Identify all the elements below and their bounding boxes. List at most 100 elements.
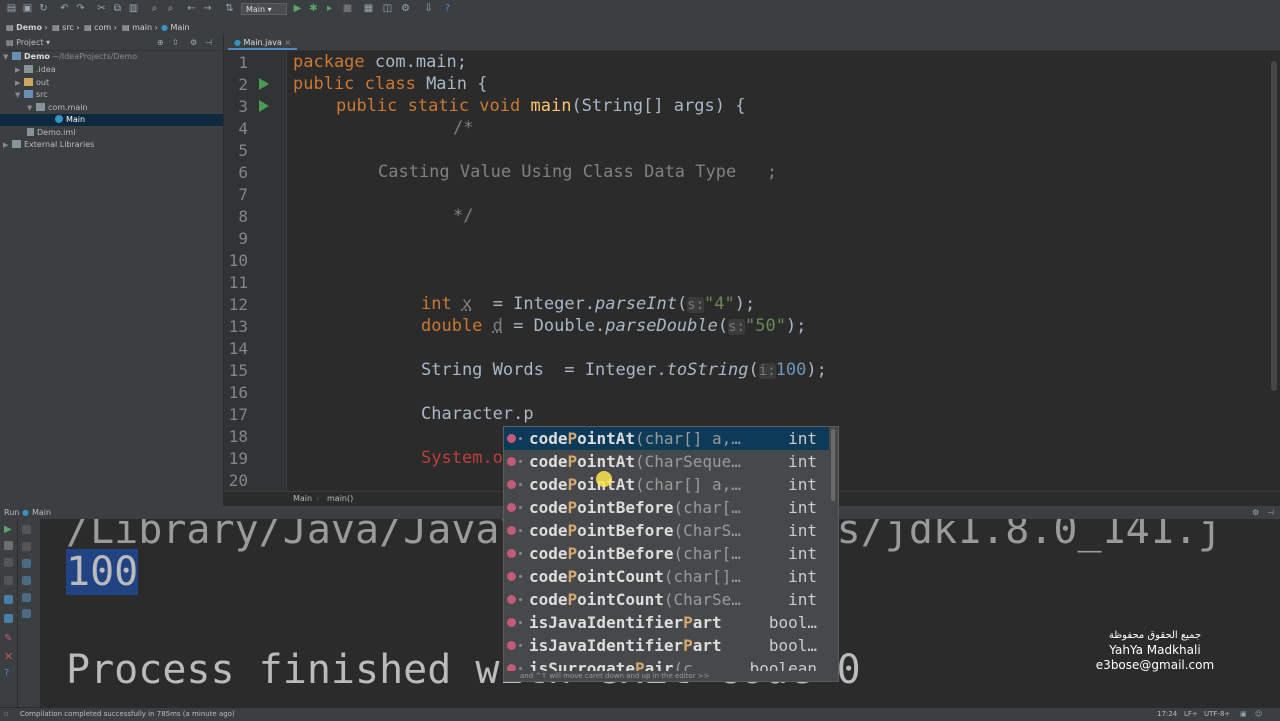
tree-item-demo[interactable]: ▼ Demo ~/IdeaProjects/Demo (3, 51, 137, 63)
find-icon[interactable]: ⌕ (149, 3, 160, 14)
pause-icon[interactable] (4, 558, 13, 567)
stop-icon[interactable] (4, 541, 13, 550)
line-number: 9 (238, 229, 248, 248)
line-number: 10 (228, 251, 248, 270)
print-icon[interactable] (22, 593, 31, 602)
completion-item[interactable]: codePointBefore(CharS… int (504, 519, 829, 542)
dump-threads-icon[interactable] (4, 595, 13, 604)
close-tab-icon[interactable]: × (284, 38, 291, 47)
paste-icon[interactable]: ▥ (128, 3, 139, 14)
completion-item[interactable]: codePointAt(char[] a,…int (504, 473, 829, 496)
breadcrumb-com[interactable]: ▤ com › (84, 19, 117, 36)
tree-item-src[interactable]: ▼ src (15, 89, 48, 101)
code-editor[interactable]: package com.main; public class Main { pu… (287, 51, 1262, 491)
status-toggle-icon[interactable]: ▫ (4, 708, 9, 721)
clear-all-icon[interactable] (22, 609, 31, 618)
completion-item[interactable]: codePointBefore(char[… int (504, 542, 829, 565)
rerun-icon[interactable]: ▶ (4, 524, 12, 535)
copy-icon[interactable]: ⧉ (112, 3, 123, 14)
step-icon[interactable] (4, 576, 13, 585)
restore-layout-icon[interactable] (4, 614, 13, 623)
redo-icon[interactable]: ↷ (75, 3, 86, 14)
run-coverage-icon[interactable]: ▸ (324, 3, 335, 14)
inspector-icon[interactable]: ☺ (1255, 708, 1262, 721)
settings-icon[interactable]: ⚙ (400, 3, 411, 14)
debug-icon[interactable]: ✱ (308, 3, 319, 14)
completion-item[interactable]: isJavaIdentifierPart bool… (504, 611, 829, 634)
method-icon (507, 572, 516, 581)
method-icon (507, 641, 516, 650)
run-configuration-select[interactable]: Main ▾ (241, 3, 287, 15)
completion-item[interactable]: codePointCount(CharSe… int (504, 588, 829, 611)
tab-main-java[interactable]: ● Main.java × (228, 36, 298, 50)
editor-crumb-method[interactable]: main() (327, 492, 353, 506)
soft-wrap-icon[interactable] (22, 559, 31, 568)
tree-item-idea[interactable]: ▶ .idea (15, 64, 56, 76)
completion-item[interactable]: isJavaIdentifierPart bool… (504, 634, 829, 657)
libraries-icon (12, 140, 21, 148)
breadcrumb-main-package[interactable]: ▤ main › (122, 19, 158, 36)
editor-scrollbar[interactable] (1262, 51, 1280, 491)
help-icon[interactable]: ? (442, 3, 453, 14)
cut-icon[interactable]: ✂ (96, 3, 107, 14)
sdk-icon[interactable]: ◫ (382, 3, 393, 14)
status-bar: ▫ Compilation completed successfully in … (0, 707, 1280, 721)
tree-item-com-main[interactable]: ▼ com.main (27, 102, 88, 114)
save-icon[interactable]: ▣ (22, 3, 33, 14)
project-panel-header: ▤ Project ▾ ⊕ ⇳ ⚙ ⊣ (0, 36, 223, 51)
build-icon[interactable]: ⇅ (224, 3, 235, 14)
scroll-to-end-icon[interactable] (22, 576, 31, 585)
hide-panel-icon[interactable]: ⊣ (1267, 506, 1274, 519)
breadcrumb-src[interactable]: ▤ src › (52, 19, 80, 36)
tree-item-external-libraries[interactable]: ▶ External Libraries (3, 139, 94, 151)
file-encoding[interactable]: UTF-8÷ (1204, 708, 1230, 721)
completion-item[interactable]: codePointBefore(char[… int (504, 496, 829, 519)
completion-item[interactable]: codePointCount(char[]… int (504, 565, 829, 588)
run-tab-main[interactable]: Main (32, 506, 51, 519)
run-main-gutter-icon[interactable] (259, 100, 269, 112)
line-number: 5 (238, 141, 248, 160)
editor-scroll-thumb[interactable] (1271, 61, 1277, 391)
down-icon[interactable] (22, 542, 31, 551)
popup-scrollbar[interactable] (831, 429, 835, 501)
tree-item-main[interactable]: Main (0, 114, 223, 126)
editor-crumb-class[interactable]: Main (293, 492, 312, 506)
status-message[interactable]: Compilation completed successfully in 78… (20, 708, 235, 721)
completion-item[interactable]: codePointAt(CharSeque… int (504, 450, 829, 473)
code-line-17: Character.p (421, 404, 534, 424)
completion-item[interactable]: codePointAt(char[] a,…int (504, 427, 829, 450)
run-class-gutter-icon[interactable] (259, 78, 269, 90)
open-folder-icon[interactable]: ▤ (6, 3, 17, 14)
pin-icon[interactable]: ✎ (4, 633, 12, 644)
tree-item-out[interactable]: ▶ out (15, 77, 49, 89)
hide-panel-icon[interactable]: ⊣ (205, 36, 212, 50)
project-view-selector[interactable]: ▤ Project ▾ (6, 36, 50, 50)
vcs-icon[interactable]: ⇩ (423, 3, 434, 14)
breadcrumb-demo[interactable]: ▤ Demo › (6, 19, 48, 36)
stop-icon[interactable]: ■ (342, 3, 353, 14)
replace-icon[interactable]: ⌕ (165, 3, 176, 14)
sync-icon[interactable]: ↻ (38, 3, 49, 14)
project-structure-icon[interactable]: ▦ (363, 3, 374, 14)
up-icon[interactable] (22, 525, 31, 534)
watermark-line-3: e3bose@gmail.com (1095, 658, 1215, 672)
close-icon[interactable]: ✕ (4, 650, 13, 663)
lock-icon[interactable]: ▣ (1240, 708, 1247, 721)
line-number: 17 (228, 405, 248, 424)
editor-tabs: ● Main.java × (224, 36, 1280, 51)
settings-icon[interactable]: ⚙ (1252, 506, 1259, 519)
forward-icon[interactable]: → (202, 3, 213, 14)
scroll-from-source-icon[interactable]: ⇳ (172, 36, 179, 50)
sync-tree-icon[interactable]: ⊕ (157, 36, 164, 50)
back-icon[interactable]: ← (186, 3, 197, 14)
caret-position[interactable]: 17:24 (1157, 708, 1177, 721)
panel-settings-icon[interactable]: ⚙ (190, 36, 197, 50)
run-icon[interactable]: ▶ (292, 3, 303, 14)
help-icon[interactable]: ? (4, 668, 9, 679)
source-folder-icon (24, 90, 33, 98)
line-separator[interactable]: LF÷ (1184, 708, 1198, 721)
tree-item-demo-iml[interactable]: Demo.iml (27, 127, 75, 139)
breadcrumb-main-class[interactable]: ● Main (161, 19, 190, 36)
undo-icon[interactable]: ↶ (59, 3, 70, 14)
parameter-hint: s: (687, 297, 705, 313)
